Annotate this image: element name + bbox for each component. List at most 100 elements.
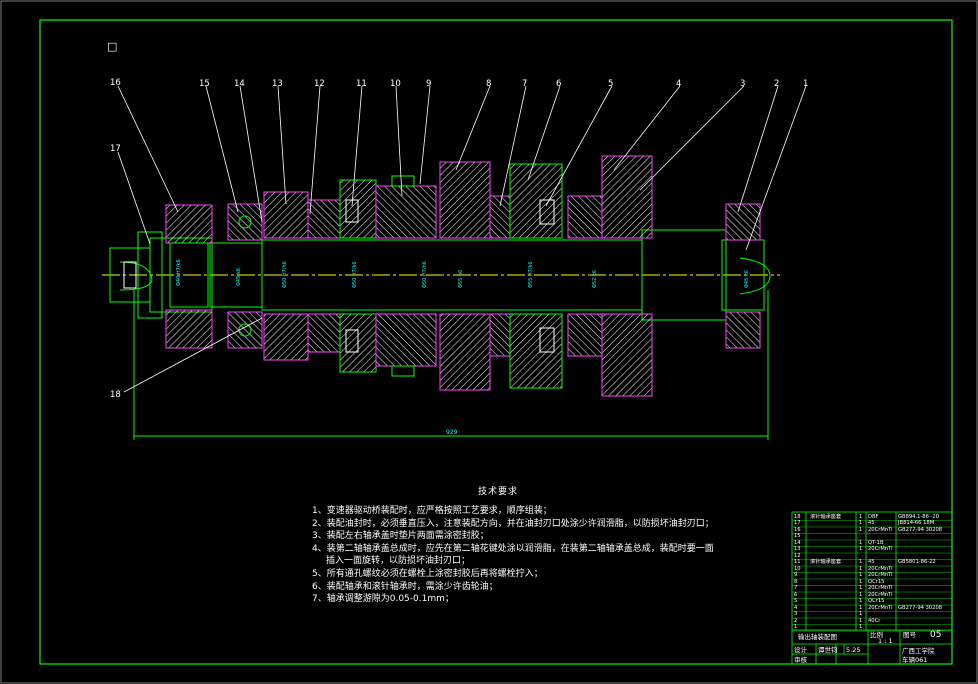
svg-text:Φ45 k6: Φ45 k6 [744, 270, 750, 288]
part-material: 20CrMnTi [868, 565, 893, 572]
frame-mark: □ [107, 40, 117, 53]
part-remark: GB5801-86-22 [898, 559, 936, 565]
overall-dimension: 929 [446, 429, 458, 436]
callout-6: 6 [556, 79, 561, 89]
part-material: 45 [868, 559, 875, 565]
part-qty: 1 [859, 565, 863, 572]
svg-text:Φ50 H7/k6: Φ50 H7/k6 [352, 261, 358, 288]
callout-15: 15 [199, 79, 210, 89]
tech-line-1: 1、变速器驱动桥装配时，应严格按照工艺要求，顺序组装； [312, 506, 552, 516]
assembly-name: 输出轴装配图 [798, 633, 837, 641]
part-qty: 1 [859, 572, 863, 578]
checker-label: 审核 [794, 656, 807, 664]
part-no: 13 [794, 546, 801, 552]
part-remark: GB277-94 30208 [898, 526, 943, 533]
part-material: 20CrMnTi [868, 546, 893, 552]
part-material: 20CrMnTi [868, 585, 893, 591]
part-remark: GB277-94 30208 [898, 604, 943, 611]
part-no: 4 [794, 604, 798, 611]
part-qty: 1 [859, 585, 863, 591]
drawing-no-label: 图号 [903, 631, 916, 639]
sheet-value: 05 [930, 630, 942, 640]
callout-9: 9 [426, 79, 431, 89]
callout-16: 16 [110, 78, 121, 88]
part-no: 7 [794, 585, 798, 591]
design-date: 5.25 [846, 646, 861, 654]
part-no: 12 [794, 552, 801, 559]
part-qty: 1 [859, 617, 863, 624]
part-no: 6 [794, 591, 798, 598]
part-material: QCr15 [868, 578, 885, 585]
part-no: 18 [794, 513, 801, 520]
part-no: 3 [794, 611, 798, 617]
part-qty: 1 [859, 513, 863, 520]
tech-line-7: 7、轴承调整游隙为0.05-0.1mm； [312, 594, 454, 605]
part-material: 40Cr [868, 617, 881, 624]
scale-value: 1 : 1 [878, 637, 893, 645]
callout-3: 3 [740, 79, 745, 89]
svg-text:Φ50 H7/h6: Φ50 H7/h6 [422, 261, 428, 288]
part-remark: GB894.1-86 -20 [898, 513, 940, 520]
callout-4: 4 [676, 79, 681, 89]
part-material: 20CrMnTi [868, 526, 893, 533]
part-name: 滚针轴承座套 [810, 559, 842, 565]
part-no: 2 [794, 617, 798, 624]
part-no: 1 [794, 624, 798, 630]
class-name: 车辆061 [902, 656, 928, 664]
svg-text:Φ52 k6: Φ52 k6 [592, 270, 598, 288]
part-qty: 1 [859, 520, 863, 526]
svg-text:Φ50 H7/h6: Φ50 H7/h6 [282, 261, 288, 288]
tech-line-3: 3、装配左右轴承盖时垫片两面需涂密封胶； [312, 531, 489, 542]
svg-text:Φ40 H7/k6: Φ40 H7/k6 [176, 259, 182, 286]
callout-5: 5 [608, 79, 613, 89]
callout-10: 10 [390, 79, 401, 89]
callout-13: 13 [272, 79, 283, 89]
part-material: 20CrMnTi [868, 604, 893, 611]
part-qty: 1 [859, 598, 863, 604]
callout-18: 18 [110, 390, 121, 400]
part-no: 8 [794, 578, 798, 585]
tech-line-4: 4、装第二轴轴承盖总成时，应先在第二轴花键处涂以润滑脂，在装第二轴轴承盖总成，装… [312, 543, 714, 554]
shaft-section: Φ40 H7/k6 Φ45 k6 Φ50 H7/h6 Φ50 H7/k6 Φ50… [109, 155, 771, 440]
callout-14: 14 [234, 79, 245, 89]
part-qty: 1 [859, 604, 863, 611]
part-no: 15 [794, 533, 801, 539]
tech-requirements-title: 技术要求 [478, 487, 519, 497]
part-no: 5 [794, 598, 798, 604]
org-name: 广西工学院 [902, 647, 935, 655]
part-material: DBF [868, 513, 879, 520]
part-no: 11 [794, 559, 801, 565]
part-qty: 1 [859, 624, 863, 630]
part-qty: 1 [859, 591, 863, 598]
callout-7: 7 [522, 79, 527, 89]
callout-2: 2 [774, 79, 779, 89]
callout-11: 11 [356, 79, 367, 89]
tech-line-6: 6、装配轴承和滚针轴承时，需涂少许齿轮油； [312, 581, 498, 592]
callout-1: 1 [803, 79, 808, 89]
part-remark: JB814-66 18M [898, 520, 935, 526]
part-qty: 1 [859, 578, 863, 585]
callout-17: 17 [110, 144, 121, 154]
part-material: QT-1B [868, 539, 884, 546]
part-no: 17 [794, 520, 801, 526]
part-material: 20CrMnTi [868, 591, 893, 598]
part-material: 45 [868, 520, 875, 526]
part-no: 14 [794, 539, 801, 546]
part-material: 20CrMnTi [868, 572, 893, 578]
designer-label: 设计 [794, 646, 807, 654]
part-no: 16 [794, 526, 801, 533]
tech-requirements: 1、变速器驱动桥装配时，应严格按照工艺要求，顺序组装； 2、装配油封时，必须垂直… [312, 505, 772, 606]
part-qty: 1 [859, 546, 863, 552]
callout-8: 8 [486, 79, 491, 89]
callout-12: 12 [314, 79, 325, 89]
svg-text:Φ55 H7/k6: Φ55 H7/k6 [528, 261, 534, 288]
tech-line-2: 2、装配油封时，必须垂直压入，注意装配方向，并在油封刃口处涂少许润滑脂，以防损坏… [312, 518, 714, 529]
part-qty: 1 [859, 526, 863, 533]
part-material: QCr15 [868, 598, 885, 604]
tech-line-4-cont: 插入一面旋转，以防损坏油封刃口； [326, 556, 471, 567]
part-no: 10 [794, 565, 801, 572]
part-qty: 1 [859, 539, 863, 546]
svg-text:Φ55 h6: Φ55 h6 [458, 270, 464, 288]
part-no: 9 [794, 572, 798, 578]
part-qty: 1 [859, 611, 863, 617]
